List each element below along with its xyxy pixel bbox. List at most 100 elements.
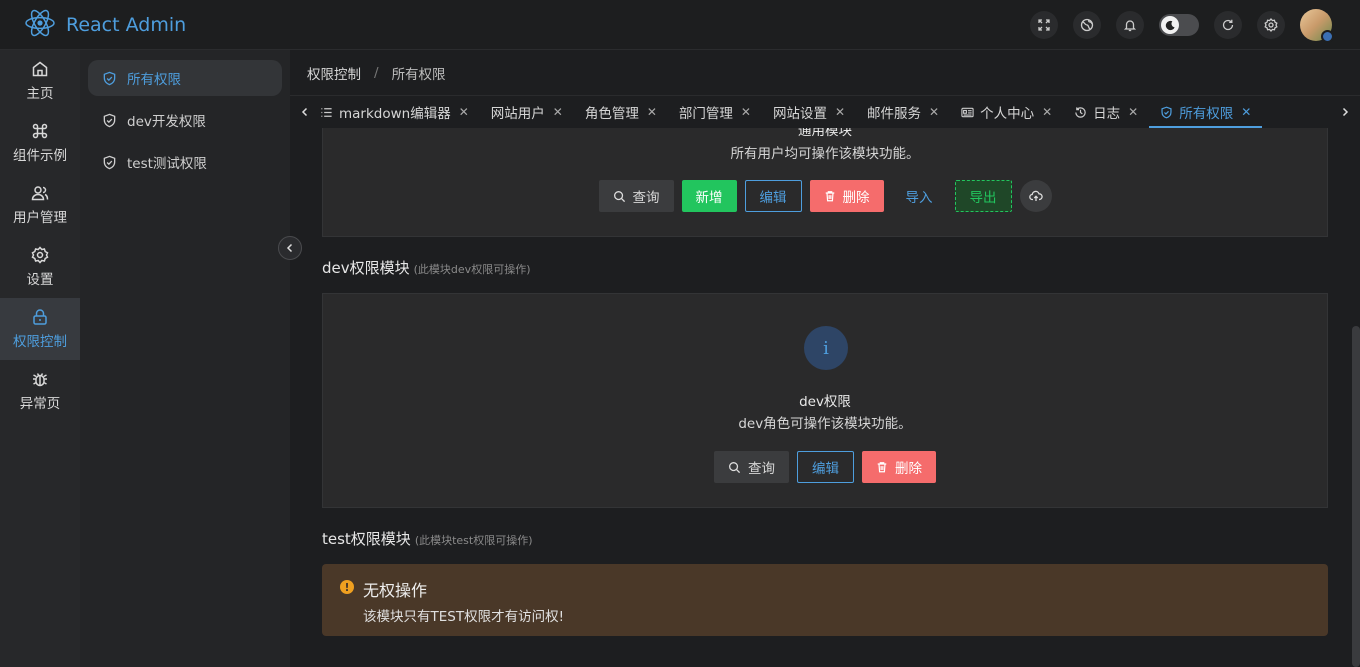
collapse-sidebar-button[interactable] (278, 236, 302, 260)
settings-button[interactable] (1257, 11, 1285, 39)
submenu-item-dev-permissions[interactable]: dev开发权限 (88, 102, 282, 138)
tab-department-management[interactable]: 部门管理 ✕ (668, 96, 762, 128)
brand[interactable]: React Admin (0, 7, 290, 43)
button-label: 删除 (895, 461, 922, 477)
list-icon (321, 107, 332, 117)
tab-label: 角色管理 (584, 106, 639, 122)
general-query-button[interactable]: 查询 (598, 180, 674, 212)
tab-mail-service[interactable]: 邮件服务 ✕ (856, 96, 950, 128)
close-icon[interactable]: ✕ (553, 105, 563, 119)
primary-sidebar: 主页 组件示例 用户管理 设置 权限控制 异常页 (0, 50, 80, 667)
trash-icon (877, 462, 887, 473)
submenu-item-test-permissions[interactable]: test测试权限 (88, 144, 282, 180)
refresh-button[interactable] (1214, 11, 1242, 39)
general-module-title: 通用模块 (798, 128, 852, 139)
rail-item-users[interactable]: 用户管理 (0, 174, 80, 236)
section-hint: (此模块test权限可操作) (414, 534, 533, 547)
no-permission-alert: ! 无权操作 该模块只有TEST权限才有访问权! (322, 564, 1328, 636)
chevron-left-icon (286, 243, 293, 253)
dev-query-button[interactable]: 查询 (714, 451, 789, 483)
bell-icon (1123, 20, 1137, 32)
button-label: 导出 (969, 190, 997, 206)
button-label: 导入 (905, 190, 933, 206)
tab-site-settings[interactable]: 网站设置 ✕ (762, 96, 856, 128)
general-export-button[interactable]: 导出 (954, 180, 1012, 212)
dev-section-title: dev权限模块 (此模块dev权限可操作) (322, 257, 530, 278)
rail-item-permission[interactable]: 权限控制 (0, 298, 80, 360)
tab-label: markdown编辑器 (339, 106, 451, 122)
dev-delete-button[interactable]: 删除 (862, 451, 936, 483)
breadcrumb-separator: / (374, 64, 379, 81)
avatar-badge (1321, 30, 1334, 43)
notification-button[interactable] (1116, 11, 1144, 39)
react-logo-icon (24, 7, 56, 43)
test-section-title: test权限模块 (此模块test权限可操作) (322, 528, 533, 549)
command-icon (32, 123, 48, 139)
tab-bar: markdown编辑器 ✕ 网站用户 ✕ 角色管理 ✕ 部门管理 ✕ 网站设置 ✕ 邮件服… (290, 96, 1360, 128)
scrollbar-thumb[interactable] (1352, 326, 1360, 667)
tab-markdown-editor[interactable]: markdown编辑器 ✕ (320, 96, 480, 128)
theme-toggle[interactable] (1159, 14, 1199, 36)
language-button[interactable] (1073, 11, 1101, 39)
alert-description: 该模块只有TEST权限才有访问权! (363, 609, 565, 625)
submenu-item-label: test测试权限 (127, 156, 207, 172)
chevron-left-icon (301, 107, 308, 117)
breadcrumb-parent[interactable]: 权限控制 (307, 63, 361, 83)
close-icon[interactable]: ✕ (1241, 105, 1251, 119)
tab-label: 所有权限 (1179, 106, 1234, 122)
fullscreen-icon (1038, 19, 1050, 31)
close-icon[interactable]: ✕ (929, 105, 939, 119)
id-card-icon (961, 107, 974, 117)
close-icon[interactable]: ✕ (835, 105, 845, 119)
breadcrumb: 权限控制 / 所有权限 (290, 50, 1360, 96)
tab-scroll-left-button[interactable] (290, 96, 320, 128)
general-delete-button[interactable]: 删除 (809, 180, 884, 212)
fullscreen-button[interactable] (1030, 11, 1058, 39)
home-icon (32, 61, 48, 77)
avatar[interactable] (1300, 9, 1334, 43)
tab-label: 网站设置 (772, 106, 827, 122)
trash-icon (825, 191, 834, 202)
general-edit-button[interactable]: 编辑 (744, 180, 802, 212)
info-icon: i (804, 326, 848, 370)
general-import-button[interactable]: 导入 (892, 180, 947, 212)
gear-icon (31, 246, 49, 264)
close-icon[interactable]: ✕ (647, 105, 657, 119)
general-add-button[interactable]: 新增 (681, 180, 737, 212)
section-hint: (此模块dev权限可操作) (413, 263, 531, 276)
rail-item-home[interactable]: 主页 (0, 50, 80, 112)
dev-module-title: dev权限 (799, 394, 851, 410)
rail-item-components[interactable]: 组件示例 (0, 112, 80, 174)
tab-profile[interactable]: 个人中心 ✕ (950, 96, 1063, 128)
rail-item-label: 主页 (26, 86, 54, 102)
button-label: 编辑 (759, 190, 787, 206)
cloud-upload-icon (1028, 190, 1043, 201)
button-label: 查询 (748, 461, 775, 477)
tab-role-management[interactable]: 角色管理 ✕ (574, 96, 668, 128)
tab-all-permissions[interactable]: 所有权限 ✕ (1149, 96, 1263, 128)
rail-item-label: 异常页 (19, 396, 61, 412)
gear-icon (1264, 18, 1278, 32)
tab-logs[interactable]: 日志 ✕ (1063, 96, 1149, 128)
submenu-item-all-permissions[interactable]: 所有权限 (88, 60, 282, 96)
shield-icon (103, 113, 116, 127)
general-upload-button[interactable] (1019, 180, 1052, 212)
button-label: 查询 (632, 190, 660, 206)
rail-item-settings[interactable]: 设置 (0, 236, 80, 298)
general-module-desc: 所有用户均可操作该模块功能。 (730, 146, 920, 162)
rail-item-label: 组件示例 (13, 148, 67, 164)
tab-scroll-right-button[interactable] (1330, 96, 1360, 128)
submenu-item-label: dev开发权限 (127, 114, 206, 130)
button-label: 删除 (842, 190, 870, 206)
lock-icon (33, 309, 47, 325)
general-module-card: 通用模块 所有用户均可操作该模块功能。 查询 新增 编辑 删除 导入 导出 (322, 128, 1328, 237)
close-icon[interactable]: ✕ (1042, 105, 1052, 119)
dev-module-card: i dev权限 dev角色可操作该模块功能。 查询 编辑 删除 (322, 293, 1328, 508)
dev-edit-button[interactable]: 编辑 (797, 451, 854, 483)
rail-item-exception[interactable]: 异常页 (0, 360, 80, 422)
close-icon[interactable]: ✕ (459, 105, 469, 119)
tab-site-users[interactable]: 网站用户 ✕ (480, 96, 574, 128)
section-title-text: dev权限模块 (322, 259, 410, 277)
close-icon[interactable]: ✕ (1128, 105, 1138, 119)
close-icon[interactable]: ✕ (741, 105, 751, 119)
